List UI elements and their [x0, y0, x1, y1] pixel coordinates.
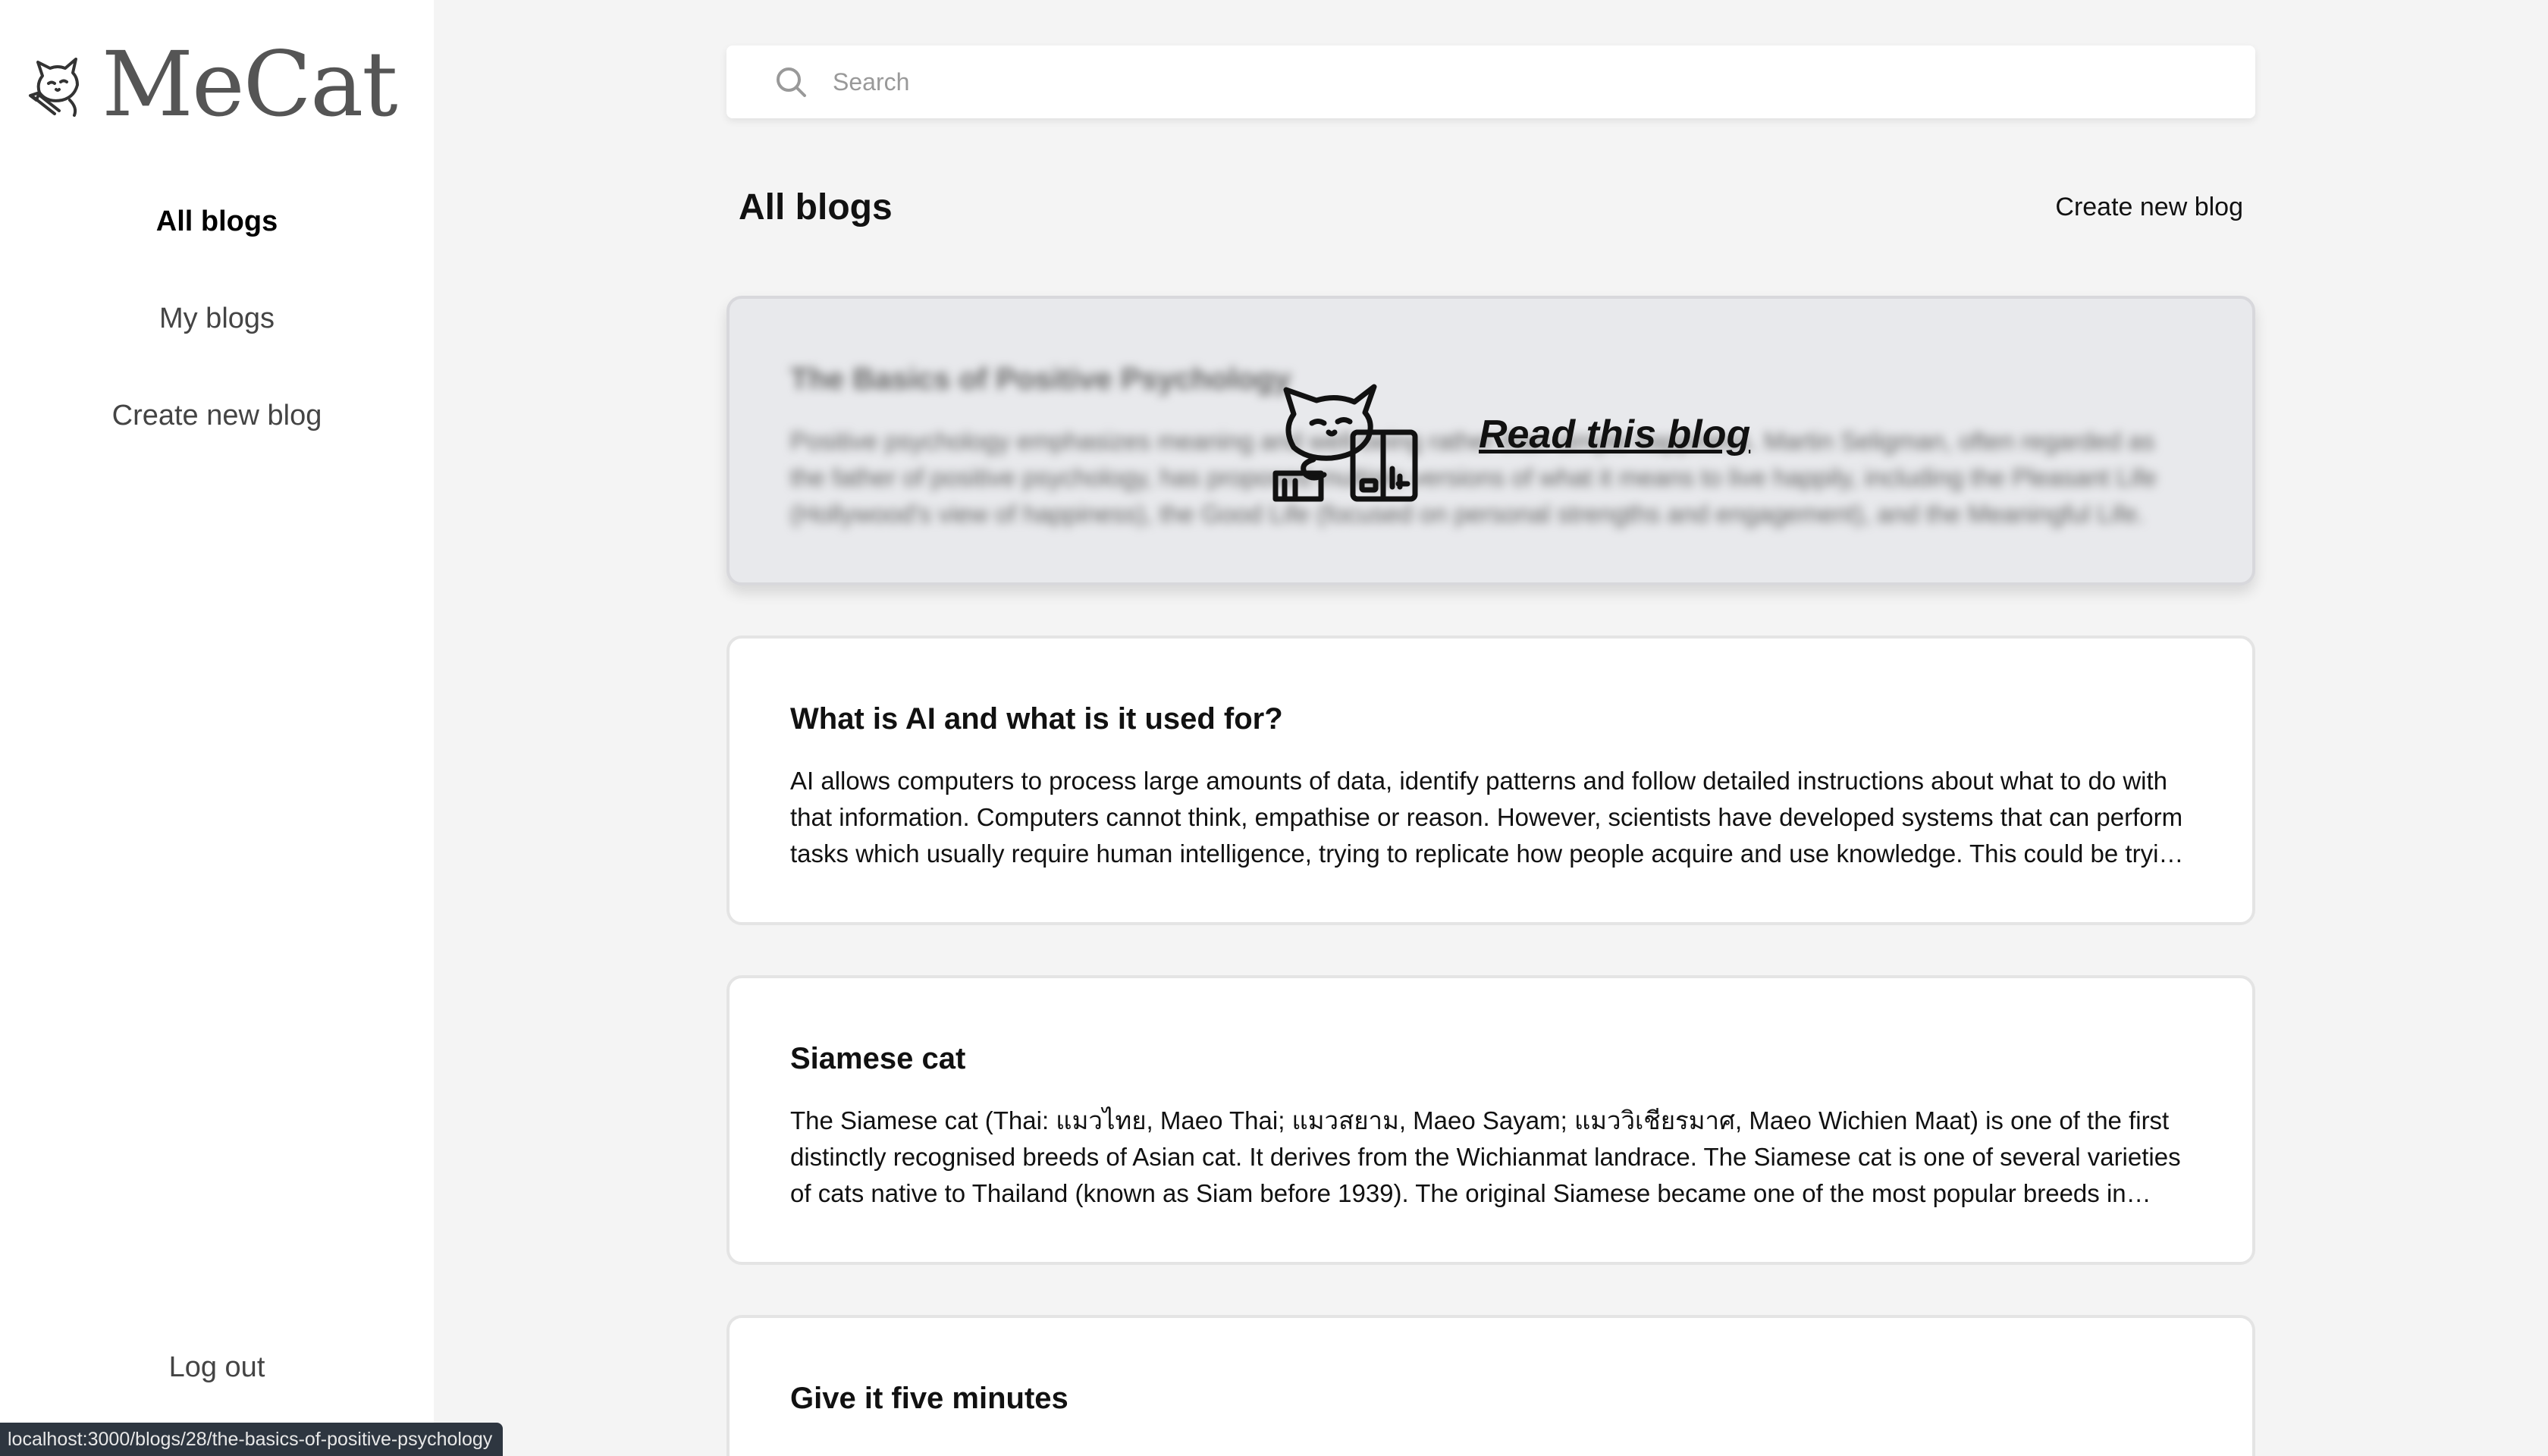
cat-reading-icon	[1272, 384, 1418, 502]
sidebar-item-create-new-blog[interactable]: Create new blog	[0, 384, 434, 481]
app-root: MeCat All blogs My blogs Create new blog…	[0, 0, 2548, 1456]
blog-card-title: Give it five minutes	[790, 1382, 1068, 1415]
search-bar[interactable]	[726, 46, 2255, 118]
cat-logo-icon	[29, 58, 79, 117]
sidebar-item-all-blogs[interactable]: All blogs	[0, 190, 434, 287]
blog-card[interactable]: Give it five minutes	[726, 1315, 2255, 1456]
create-new-blog-link[interactable]: Create new blog	[2055, 193, 2243, 222]
logout-button[interactable]: Log out	[0, 1351, 434, 1384]
sidebar: MeCat All blogs My blogs Create new blog…	[0, 0, 434, 1456]
read-this-blog-link[interactable]: Read this blog	[1479, 412, 1750, 457]
search-input[interactable]	[831, 67, 2199, 97]
blog-card[interactable]: The Basics of Positive Psychology Positi…	[726, 296, 2255, 585]
blog-card[interactable]: What is AI and what is it used for? AI a…	[726, 635, 2255, 925]
status-bar-url: localhost:3000/blogs/28/the-basics-of-po…	[0, 1423, 504, 1456]
blog-card-title: Siamese cat	[790, 1042, 966, 1075]
read-blog-overlay[interactable]: Read this blog	[1268, 375, 1750, 504]
blog-card-excerpt: The Siamese cat (Thai: แมวไทย, Maeo Thai…	[790, 1106, 2181, 1207]
blog-card[interactable]: Siamese cat The Siamese cat (Thai: แมวไท…	[726, 975, 2255, 1265]
sidebar-nav: All blogs My blogs Create new blog	[0, 190, 434, 481]
blog-card-title: The Basics of Positive Psychology	[790, 362, 1291, 396]
search-icon	[777, 67, 806, 97]
blog-card-title: What is AI and what is it used for?	[790, 702, 1283, 736]
sidebar-item-my-blogs[interactable]: My blogs	[0, 287, 434, 384]
app-name: MeCat	[102, 32, 398, 136]
page-title: All blogs	[739, 187, 893, 228]
blog-card-excerpt: AI allows computers to process large amo…	[790, 767, 2187, 868]
logo[interactable]: MeCat	[24, 32, 398, 136]
